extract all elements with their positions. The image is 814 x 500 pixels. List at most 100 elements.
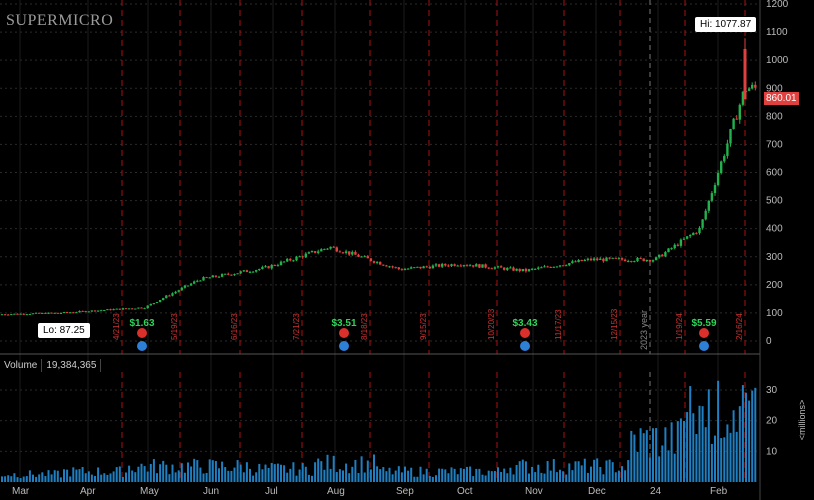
candle-body [258,268,261,271]
candle-body [106,309,109,311]
event-date-label: 6/16/23 [230,313,239,340]
candle-body [96,310,100,312]
volume-bar [469,466,472,482]
volume-bar [676,421,679,482]
volume-bar [745,392,747,482]
candle-body [561,265,565,267]
volume-bar [357,473,360,482]
candle-body [78,310,81,313]
candle-body [747,88,751,91]
price-tick-label: 300 [766,252,783,263]
volume-bar [552,459,555,482]
volume-bar [478,468,481,482]
candle-body [81,310,84,312]
volume-bar [149,463,152,482]
candle-body [338,251,342,253]
volume-bar [555,472,558,482]
volume-bar [394,470,397,482]
candle-body [701,219,704,228]
volume-bar [366,460,369,482]
volume-bar [543,473,546,482]
volume-bar [289,468,292,482]
candle-body [527,269,531,272]
candle-body [118,308,121,310]
volume-bar [518,461,521,482]
candle-body [310,251,314,253]
dividend-label: $1.63 [129,318,154,329]
volume-bar [354,459,357,482]
candle-body [658,254,661,258]
volume-bar [32,474,34,482]
candle-body [28,314,32,316]
volume-bar [419,466,422,482]
candle-body [620,258,624,260]
volume-bar [435,475,437,482]
candle-body [158,299,162,303]
candle-body [382,264,385,266]
earnings-icon [137,328,147,338]
candle-body [93,310,97,312]
volume-bar [205,472,208,482]
candle-body [636,257,639,262]
volume-bar [735,431,738,482]
price-tick-label: 100 [766,308,783,319]
volume-bar [66,469,69,482]
candle-body [357,254,360,257]
volume-bar [689,386,692,482]
candle-body [487,267,490,269]
candle-body [84,311,87,313]
volume-bar [580,465,583,482]
volume-bar [16,477,19,482]
candle-body [103,310,106,312]
candle-body [44,312,47,314]
volume-bar [475,468,478,482]
event-info-icon [699,341,709,351]
volume-bar [599,466,602,482]
candle-body [431,265,435,269]
candle-body [127,308,131,310]
candle-body [304,253,307,258]
candle-body [410,267,413,269]
candle-body [441,263,444,267]
volume-bar [714,435,716,482]
candle-body [59,312,63,314]
candle-body [484,264,487,268]
chart-canvas: 4/21/23 5/19/23 6/16/23 7/21/23 8/18/23 9/15/… [0,0,807,500]
candle-body [481,264,484,268]
volume-bar [165,464,168,482]
candle-body [75,312,78,314]
candle-body [661,254,664,257]
volume-bar [311,475,313,482]
candle-body [493,267,497,269]
volume-bar [239,464,242,482]
earnings-icon [699,328,709,338]
volume-bar [583,458,586,482]
candle-body [751,84,754,89]
volume-bar [590,466,592,482]
candle-body [704,210,707,220]
volume-bars [1,380,757,482]
candle-body [233,274,236,276]
candle-body [444,263,447,266]
volume-bar [81,466,84,482]
candle-body [437,264,441,267]
candle-body [348,251,351,255]
volume-bar [487,470,490,482]
candle-body [710,193,714,201]
volume-bar [335,472,338,482]
volume-bar [568,463,571,482]
candle-body [227,273,230,275]
month-tick-label: May [140,486,159,497]
volume-bar [267,467,270,482]
candle-body [10,314,13,316]
volume-bar [658,456,661,482]
volume-bar [292,462,295,482]
candle-body [251,271,255,273]
volume-bar [624,470,627,482]
last-price-label: 860.01 [764,92,799,105]
volume-bar [391,474,394,482]
volume-bar [78,469,81,482]
volume-bar [143,466,146,482]
candle-body [599,258,602,260]
candle-body [682,238,686,240]
